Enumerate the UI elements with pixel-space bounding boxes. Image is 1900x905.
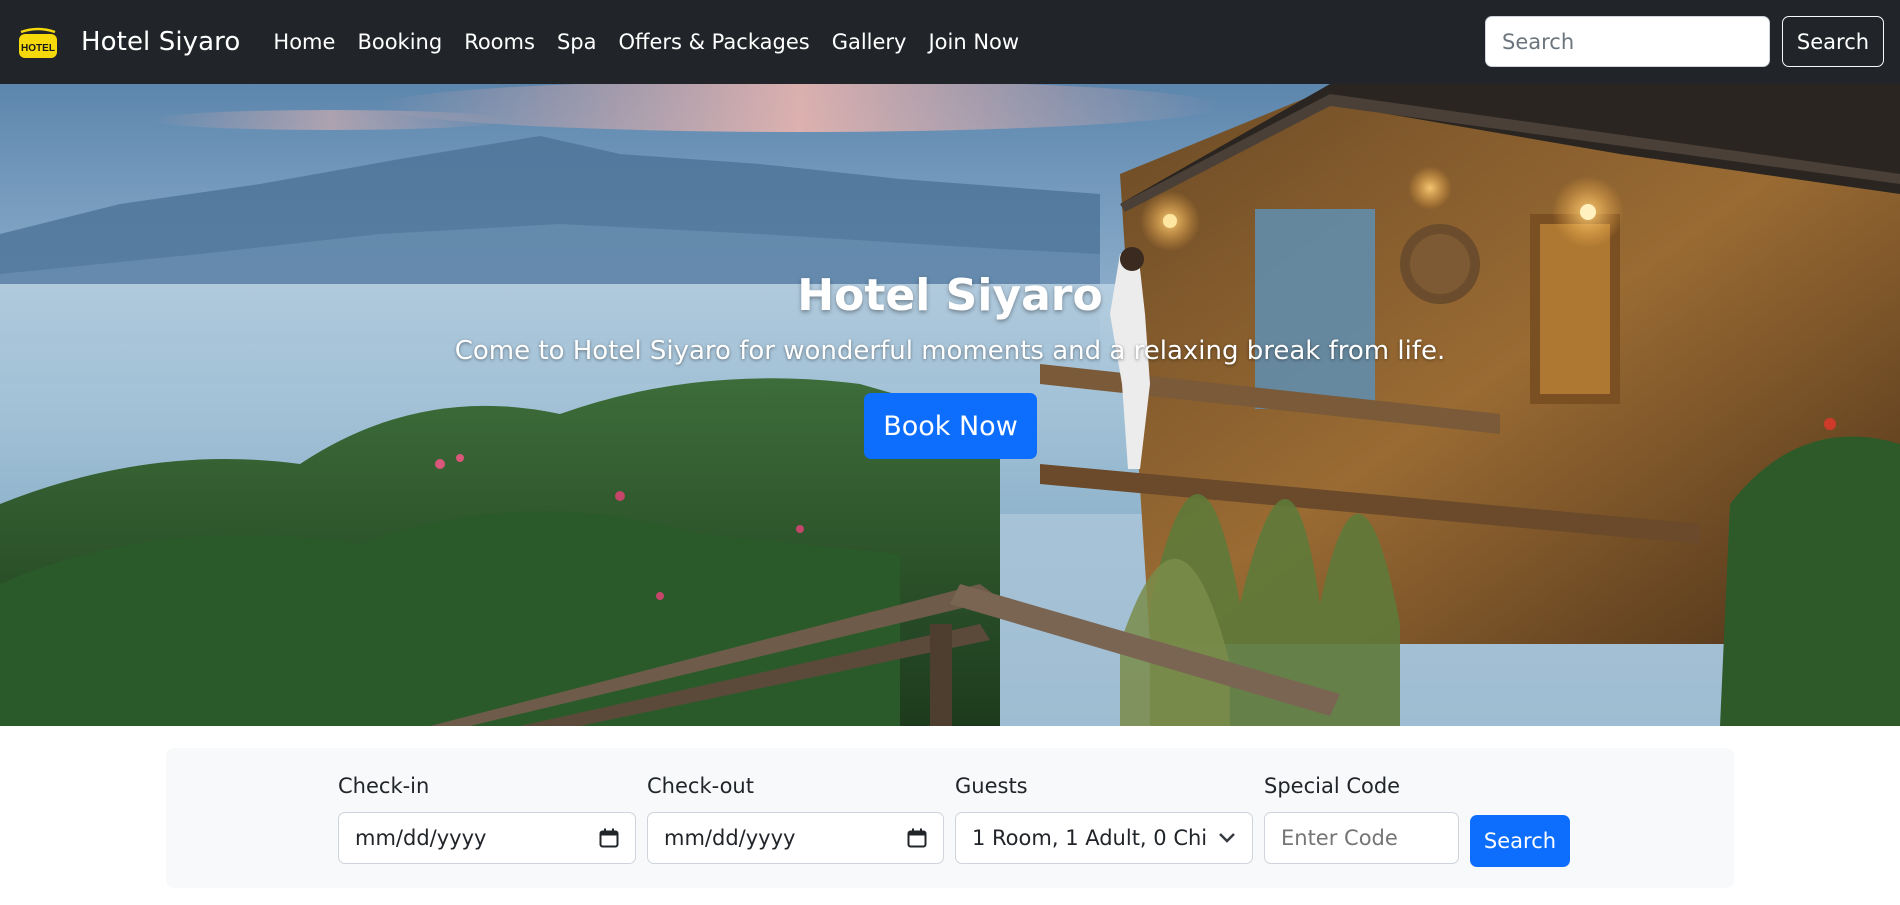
special-code-input[interactable] bbox=[1264, 812, 1459, 864]
calendar-icon[interactable] bbox=[907, 828, 927, 848]
special-code-label: Special Code bbox=[1264, 774, 1401, 798]
nav-search-form: Search bbox=[1485, 16, 1884, 67]
checkin-date-value: mm/dd/yyyy bbox=[355, 826, 487, 850]
nav-link-gallery[interactable]: Gallery bbox=[832, 30, 907, 54]
checkin-field: Check-in mm/dd/yyyy bbox=[338, 774, 636, 864]
checkin-label: Check-in bbox=[338, 774, 430, 798]
checkout-date-value: mm/dd/yyyy bbox=[664, 826, 796, 850]
svg-text:HOTEL: HOTEL bbox=[21, 43, 55, 54]
hero-subtitle: Come to Hotel Siyaro for wonderful momen… bbox=[454, 336, 1446, 366]
book-now-button[interactable]: Book Now bbox=[864, 393, 1037, 459]
checkin-date-input[interactable]: mm/dd/yyyy bbox=[338, 812, 636, 864]
hero-section: Hotel Siyaro Come to Hotel Siyaro for wo… bbox=[0, 84, 1900, 726]
guests-select-value: 1 Room, 1 Adult, 0 Chilc bbox=[972, 826, 1206, 850]
checkout-date-input[interactable]: mm/dd/yyyy bbox=[647, 812, 944, 864]
nav-link-join-now[interactable]: Join Now bbox=[928, 30, 1019, 54]
checkout-field: Check-out mm/dd/yyyy bbox=[647, 774, 944, 864]
nav-link-spa[interactable]: Spa bbox=[557, 30, 597, 54]
guests-label: Guests bbox=[955, 774, 1028, 798]
booking-form: Check-in mm/dd/yyyy Check-out mm/dd/yyyy… bbox=[166, 748, 1734, 888]
nav-link-offers-packages[interactable]: Offers & Packages bbox=[618, 30, 809, 54]
booking-search-button[interactable]: Search bbox=[1470, 815, 1570, 867]
nav-search-input[interactable] bbox=[1485, 16, 1770, 67]
brand[interactable]: HOTEL Hotel Siyaro bbox=[17, 24, 240, 60]
chevron-down-icon bbox=[1219, 833, 1235, 843]
nav-links: Home Booking Rooms Spa Offers & Packages… bbox=[273, 30, 1041, 54]
hero-title: Hotel Siyaro bbox=[797, 270, 1103, 321]
nav-link-booking[interactable]: Booking bbox=[357, 30, 442, 54]
checkout-label: Check-out bbox=[647, 774, 754, 798]
hotel-logo-icon: HOTEL bbox=[19, 27, 57, 58]
nav-search-button[interactable]: Search bbox=[1782, 16, 1884, 67]
brand-name[interactable]: Hotel Siyaro bbox=[81, 27, 240, 57]
calendar-icon[interactable] bbox=[599, 828, 619, 848]
nav-link-home[interactable]: Home bbox=[273, 30, 335, 54]
navbar: HOTEL Hotel Siyaro Home Booking Rooms Sp… bbox=[0, 0, 1900, 84]
guests-select[interactable]: 1 Room, 1 Adult, 0 Chilc bbox=[955, 812, 1253, 864]
guests-field: Guests 1 Room, 1 Adult, 0 Chilc bbox=[955, 774, 1253, 864]
special-code-field: Special Code bbox=[1264, 774, 1459, 864]
nav-link-rooms[interactable]: Rooms bbox=[464, 30, 535, 54]
